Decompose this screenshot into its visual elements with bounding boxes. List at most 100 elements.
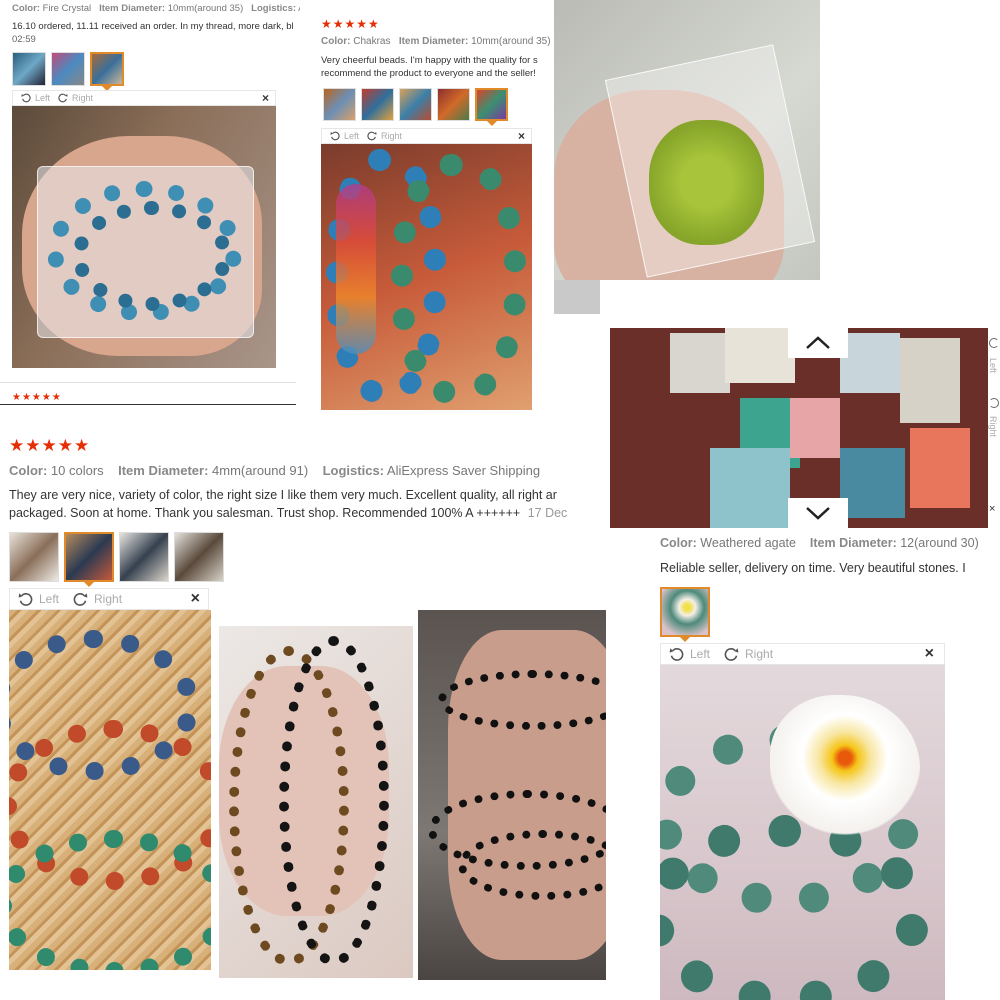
diameter-label: Item Diameter:	[99, 3, 166, 14]
thumbnail[interactable]	[361, 88, 394, 121]
rotate-right-button[interactable]: Right	[58, 93, 93, 103]
bead-cluster	[336, 184, 376, 354]
thumbnail-active[interactable]	[90, 52, 124, 86]
diameter-label: Item Diameter:	[809, 536, 897, 550]
bracelet-shape	[391, 154, 526, 404]
bag-shape	[840, 333, 900, 393]
diameter-value: 12(around 30)	[900, 536, 979, 550]
rotate-left-button[interactable]: Left	[330, 131, 359, 141]
diameter-label: Item Diameter:	[398, 36, 469, 47]
side-right-label: Right	[988, 416, 998, 438]
review-meta: Color: Chakras Item Diameter: 10mm(aroun…	[321, 36, 551, 47]
review-photo-standalone	[554, 0, 820, 280]
review-text: Reliable seller, delivery on time. Very …	[660, 561, 966, 575]
review-text-line: They are very nice, variety of color, th…	[9, 488, 557, 502]
logistics-value: AliExpress Saver Shipping	[386, 463, 541, 478]
review-text-line: packaged. Soon at home. Thank you salesm…	[9, 506, 601, 520]
thumbnail[interactable]	[12, 52, 46, 86]
close-button[interactable]: ×	[262, 91, 269, 105]
color-label: Color:	[660, 536, 697, 550]
thumbnail-strip	[9, 532, 229, 582]
diameter-label: Item Diameter:	[118, 463, 209, 478]
rotate-right-icon	[73, 592, 88, 606]
rotate-left-icon[interactable]	[989, 338, 999, 348]
divider	[0, 404, 296, 405]
thumbnail[interactable]	[399, 88, 432, 121]
chevron-up-icon	[806, 336, 830, 349]
chevron-down-icon	[806, 507, 830, 520]
review-meta: Color: Fire Crystal Item Diameter: 10mm(…	[12, 3, 300, 14]
bag-shape	[900, 338, 960, 423]
white-gap	[554, 280, 600, 314]
rating-stars: ★★★★★	[9, 436, 91, 455]
thumbnail[interactable]	[323, 88, 356, 121]
rotate-left-button[interactable]: Left	[669, 647, 710, 662]
rotate-right-label: Right	[94, 592, 123, 606]
thumbnail[interactable]	[437, 88, 470, 121]
rotate-left-button[interactable]: Left	[21, 93, 50, 103]
rotate-right-label: Right	[72, 93, 94, 103]
thumbnail[interactable]	[119, 532, 169, 582]
side-left-label: Left	[988, 358, 998, 374]
nav-up-button[interactable]	[788, 328, 848, 358]
review-card-2: ★★★★★ Color: Chakras Item Diameter: 10mm…	[308, 8, 556, 412]
review-meta: Color: 10 colors Item Diameter: 4mm(arou…	[9, 463, 540, 478]
side-viewer-toolbar: Left Right ×	[988, 328, 1000, 528]
color-value: 10 colors	[50, 463, 104, 478]
rotate-left-label: Left	[39, 592, 60, 606]
flower-shape	[770, 695, 920, 835]
review-photo	[12, 106, 276, 368]
rotate-right-label: Right	[381, 131, 403, 141]
rating-stars: ★★★★★	[12, 392, 62, 403]
review-date: 17 Dec	[527, 506, 568, 520]
close-button[interactable]: ×	[925, 645, 934, 663]
review-photo	[9, 610, 211, 970]
bag-shape	[670, 333, 730, 393]
review-meta: Color: Weathered agate Item Diameter: 12…	[660, 536, 979, 550]
rotate-left-icon	[669, 647, 684, 661]
rotate-right-icon[interactable]	[989, 398, 999, 408]
rotate-left-icon	[330, 131, 340, 141]
review-photo	[418, 610, 606, 980]
nav-down-button[interactable]	[788, 498, 848, 528]
review-photo	[321, 144, 532, 410]
logistics-label: Logistics:	[322, 463, 385, 478]
review-text-line: recommend the product to everyone and th…	[321, 68, 536, 79]
color-value: Fire Crystal	[42, 3, 92, 14]
review-card-4: Color: Weathered agate Item Diameter: 12…	[656, 530, 1000, 1000]
thumbnail[interactable]	[9, 532, 59, 582]
rotate-right-button[interactable]: Right	[367, 131, 402, 141]
color-label: Color:	[12, 3, 40, 14]
image-viewer-toolbar: Left Right ×	[321, 128, 532, 144]
color-label: Color:	[321, 36, 351, 47]
rotate-left-icon	[18, 592, 33, 606]
close-button[interactable]: ×	[518, 129, 525, 143]
thumbnail-active[interactable]	[475, 88, 508, 121]
color-value: Weathered agate	[700, 536, 796, 550]
review-card-3: ★★★★★ Color: 10 colors Item Diameter: 4m…	[0, 430, 606, 1000]
rotate-left-button[interactable]: Left	[18, 592, 59, 607]
review-text: 16.10 ordered, 11.11 received an order. …	[12, 21, 294, 32]
logistics-value: Al	[298, 3, 300, 14]
bracelet-shape	[9, 830, 211, 970]
rotate-right-button[interactable]: Right	[73, 592, 122, 607]
diameter-value: 10mm(around 35)	[167, 3, 244, 14]
rotate-right-icon	[724, 647, 739, 661]
bracelet-shape	[279, 636, 389, 966]
bag-shape	[790, 398, 840, 458]
thumbnail-active[interactable]	[660, 587, 710, 637]
close-button[interactable]: ×	[989, 503, 995, 515]
logistics-label: Logistics:	[251, 3, 297, 14]
thumbnail-active[interactable]	[64, 532, 114, 582]
bag-shape	[840, 448, 905, 518]
thumbnail[interactable]	[174, 532, 224, 582]
rotate-right-button[interactable]: Right	[724, 647, 773, 662]
rotate-right-icon	[367, 131, 377, 141]
rotate-left-label: Left	[690, 647, 711, 661]
review-text: packaged. Soon at home. Thank you salesm…	[9, 506, 521, 520]
thumbnail[interactable]	[51, 52, 85, 86]
image-viewer-toolbar: Left Right ×	[660, 643, 945, 665]
close-button[interactable]: ×	[191, 590, 200, 608]
bag-shape	[725, 328, 795, 383]
rating-stars: ★★★★★	[321, 17, 380, 31]
